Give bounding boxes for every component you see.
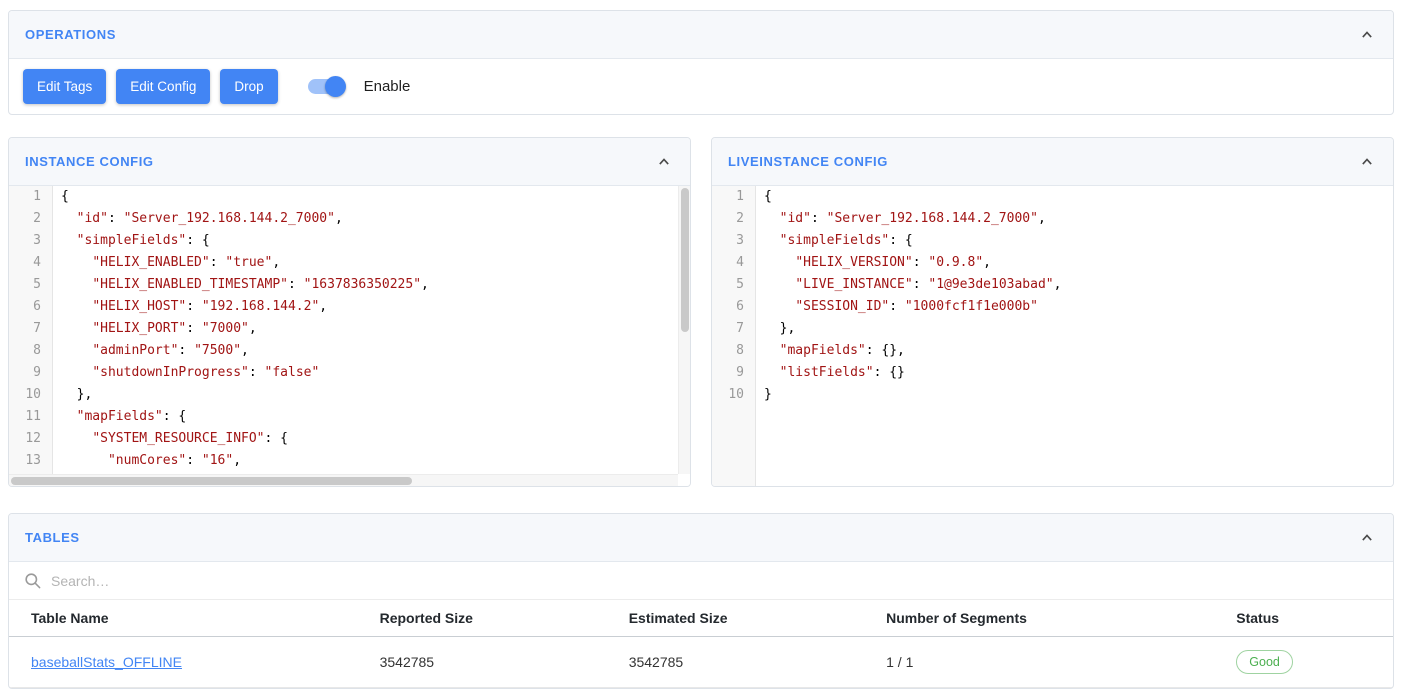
code-line: 2 "id": "Server_192.168.144.2_7000", xyxy=(9,208,690,230)
operations-header[interactable]: OPERATIONS xyxy=(9,11,1393,59)
chevron-up-icon[interactable] xyxy=(1357,152,1377,172)
line-number: 9 xyxy=(9,362,53,384)
line-number: 11 xyxy=(9,406,53,428)
liveinstance-config-editor[interactable]: 1{2 "id": "Server_192.168.144.2_7000",3 … xyxy=(712,186,1393,486)
operations-body: Edit Tags Edit Config Drop Enable xyxy=(9,59,1393,114)
operations-panel: OPERATIONS Edit Tags Edit Config Drop En… xyxy=(8,10,1394,115)
code-line: 6 "HELIX_HOST": "192.168.144.2", xyxy=(9,296,690,318)
chevron-up-icon[interactable] xyxy=(1357,528,1377,548)
line-number: 5 xyxy=(9,274,53,296)
horizontal-scrollbar[interactable] xyxy=(9,474,678,486)
code-line: 1{ xyxy=(9,186,690,208)
edit-config-button[interactable]: Edit Config xyxy=(116,69,210,104)
line-number: 9 xyxy=(712,362,756,384)
code-line: 10} xyxy=(712,384,1393,406)
line-number: 12 xyxy=(9,428,53,450)
estimated-size-cell: 3542785 xyxy=(621,637,878,688)
enable-toggle[interactable] xyxy=(308,79,344,94)
code-line: 4 "HELIX_VERSION": "0.9.8", xyxy=(712,252,1393,274)
line-number: 4 xyxy=(712,252,756,274)
search-icon xyxy=(23,571,42,590)
code-line: 11 "mapFields": { xyxy=(9,406,690,428)
liveinstance-config-panel: LIVEINSTANCE CONFIG 1{2 "id": "Server_19… xyxy=(711,137,1394,487)
code-line: 9 "listFields": {} xyxy=(712,362,1393,384)
page: OPERATIONS Edit Tags Edit Config Drop En… xyxy=(0,0,1402,697)
tables-panel: TABLES Table Name Reported Size Estimate… xyxy=(8,513,1394,689)
line-number: 6 xyxy=(712,296,756,318)
table-row: baseballStats_OFFLINE354278535427851 / 1… xyxy=(9,637,1393,688)
code-line: 6 "SESSION_ID": "1000fcf1f1e000b" xyxy=(712,296,1393,318)
instance-config-panel: INSTANCE CONFIG 1{2 "id": "Server_192.16… xyxy=(8,137,691,487)
line-number: 2 xyxy=(9,208,53,230)
line-number: 7 xyxy=(9,318,53,340)
column-header-status: Status xyxy=(1228,600,1393,637)
code-line: 3 "simpleFields": { xyxy=(712,230,1393,252)
instance-config-header[interactable]: INSTANCE CONFIG xyxy=(9,138,690,186)
line-number: 8 xyxy=(712,340,756,362)
drop-button[interactable]: Drop xyxy=(220,69,277,104)
status-badge: Good xyxy=(1236,650,1293,674)
line-number: 3 xyxy=(712,230,756,252)
instance-config-title: INSTANCE CONFIG xyxy=(25,154,154,169)
line-number: 2 xyxy=(712,208,756,230)
line-number: 10 xyxy=(712,384,756,406)
table-search-input[interactable] xyxy=(51,573,531,589)
column-header-table-name: Table Name xyxy=(9,600,372,637)
reported-size-cell: 3542785 xyxy=(372,637,621,688)
liveinstance-config-header[interactable]: LIVEINSTANCE CONFIG xyxy=(712,138,1393,186)
code-line: 7 }, xyxy=(712,318,1393,340)
code-line: 1{ xyxy=(712,186,1393,208)
code-line: 7 "HELIX_PORT": "7000", xyxy=(9,318,690,340)
code-line: 12 "SYSTEM_RESOURCE_INFO": { xyxy=(9,428,690,450)
tables-title: TABLES xyxy=(25,530,80,545)
enable-toggle-label: Enable xyxy=(364,78,411,95)
edit-tags-button[interactable]: Edit Tags xyxy=(23,69,106,104)
column-header-number-of-segments: Number of Segments xyxy=(878,600,1228,637)
column-header-reported-size: Reported Size xyxy=(372,600,621,637)
line-number: 10 xyxy=(9,384,53,406)
table-search-row xyxy=(9,562,1393,600)
code-line: 10 }, xyxy=(9,384,690,406)
line-number: 3 xyxy=(9,230,53,252)
segments-cell: 1 / 1 xyxy=(878,637,1228,688)
code-line: 9 "shutdownInProgress": "false" xyxy=(9,362,690,384)
line-number: 5 xyxy=(712,274,756,296)
table-header-row: Table Name Reported Size Estimated Size … xyxy=(9,600,1393,637)
chevron-up-icon[interactable] xyxy=(1357,25,1377,45)
code-line: 5 "HELIX_ENABLED_TIMESTAMP": "1637836350… xyxy=(9,274,690,296)
tables-header[interactable]: TABLES xyxy=(9,514,1393,562)
column-header-estimated-size: Estimated Size xyxy=(621,600,878,637)
code-line: 2 "id": "Server_192.168.144.2_7000", xyxy=(712,208,1393,230)
toggle-knob xyxy=(325,76,346,97)
line-number: 4 xyxy=(9,252,53,274)
scrollbar-thumb[interactable] xyxy=(681,188,689,332)
line-number: 7 xyxy=(712,318,756,340)
tables-table: Table Name Reported Size Estimated Size … xyxy=(9,600,1393,688)
instance-config-editor[interactable]: 1{2 "id": "Server_192.168.144.2_7000",3 … xyxy=(9,186,690,486)
code-line: 8 "mapFields": {}, xyxy=(712,340,1393,362)
scrollbar-thumb[interactable] xyxy=(11,477,412,485)
code-line: 3 "simpleFields": { xyxy=(9,230,690,252)
line-number: 1 xyxy=(9,186,53,208)
config-row: INSTANCE CONFIG 1{2 "id": "Server_192.16… xyxy=(8,137,1394,487)
code-line: 5 "LIVE_INSTANCE": "1@9e3de103abad", xyxy=(712,274,1393,296)
line-number: 8 xyxy=(9,340,53,362)
chevron-up-icon[interactable] xyxy=(654,152,674,172)
code-line: 8 "adminPort": "7500", xyxy=(9,340,690,362)
line-number: 1 xyxy=(712,186,756,208)
vertical-scrollbar[interactable] xyxy=(678,186,690,474)
line-number: 6 xyxy=(9,296,53,318)
operations-title: OPERATIONS xyxy=(25,27,116,42)
code-line: 13 "numCores": "16", xyxy=(9,450,690,472)
line-number: 13 xyxy=(9,450,53,472)
code-line: 4 "HELIX_ENABLED": "true", xyxy=(9,252,690,274)
table-name-link[interactable]: baseballStats_OFFLINE xyxy=(31,654,182,670)
liveinstance-config-title: LIVEINSTANCE CONFIG xyxy=(728,154,888,169)
